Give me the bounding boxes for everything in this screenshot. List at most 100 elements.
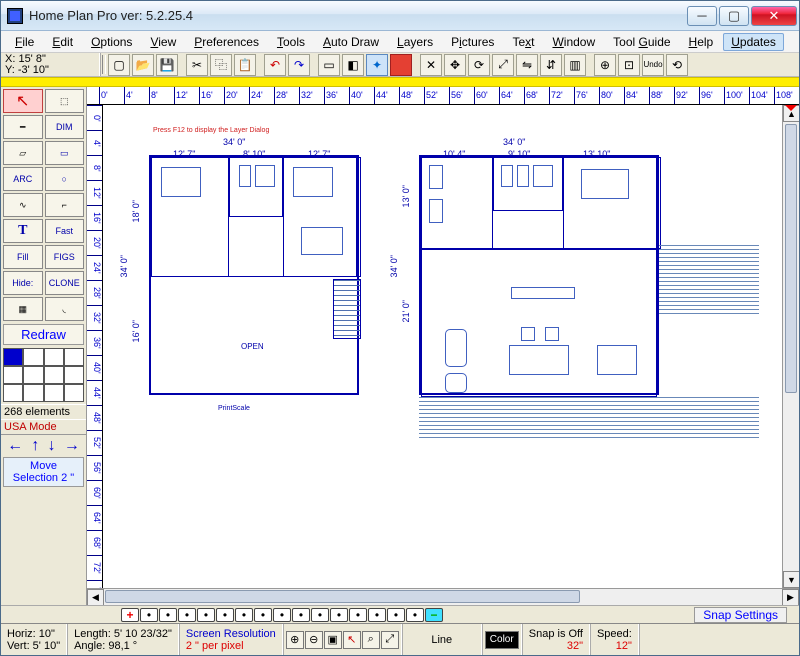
nudge-right-icon[interactable]: → <box>64 437 80 455</box>
nudge-down-icon[interactable]: ↓ <box>48 437 56 455</box>
redraw-button[interactable]: Redraw <box>3 324 84 345</box>
undo-label-icon[interactable]: Undo <box>642 54 664 76</box>
new-file-icon[interactable]: ▢ <box>108 54 130 76</box>
menu-options[interactable]: Options <box>83 33 140 51</box>
layer-dot[interactable]: • <box>292 608 310 622</box>
scrollbar-horizontal[interactable]: ◀ ▶ <box>87 588 799 605</box>
layer-dot[interactable]: • <box>330 608 348 622</box>
zoom-in-icon[interactable]: ⊕ <box>286 631 304 649</box>
scroll-down-icon[interactable]: ▼ <box>783 571 799 588</box>
scroll-right-icon[interactable]: ▶ <box>782 589 799 605</box>
cut-icon[interactable]: ✂ <box>186 54 208 76</box>
refresh-icon[interactable]: ⟲ <box>666 54 688 76</box>
dim-tool[interactable]: DIM <box>45 115 85 139</box>
minimize-button[interactable]: ─ <box>687 6 717 26</box>
nudge-left-icon[interactable]: ← <box>7 437 23 455</box>
open-file-icon[interactable]: 📂 <box>132 54 154 76</box>
curve-tool[interactable]: ∿ <box>3 193 43 217</box>
hide-tool[interactable]: Hide: <box>3 271 43 295</box>
arc-tool[interactable]: ARC <box>3 167 43 191</box>
ruler-tick: 0' <box>99 87 124 104</box>
snap-settings-button[interactable]: Snap Settings <box>694 607 787 623</box>
scale-icon[interactable]: ⤢ <box>492 54 514 76</box>
line-tool[interactable]: ━ <box>3 115 43 139</box>
save-file-icon[interactable]: 💾 <box>156 54 178 76</box>
fill-tool[interactable]: Fill <box>3 245 43 269</box>
menu-toolguide[interactable]: Tool Guide <box>605 33 678 51</box>
redo-icon[interactable]: ↷ <box>288 54 310 76</box>
arrow-tool[interactable]: ↖ <box>3 89 43 113</box>
rect-tool[interactable]: ▭ <box>45 141 85 165</box>
layer-dot[interactable]: • <box>311 608 329 622</box>
move-selection-button[interactable]: Move Selection 2 " <box>3 457 84 487</box>
layer-dot[interactable]: • <box>406 608 424 622</box>
layer-dot[interactable]: • <box>159 608 177 622</box>
figs-tool[interactable]: FIGS <box>45 245 85 269</box>
dim-1h: 34' 0" <box>119 255 129 277</box>
paste-icon[interactable]: 📋 <box>234 54 256 76</box>
layer-dot[interactable]: • <box>197 608 215 622</box>
menu-help[interactable]: Help <box>681 33 722 51</box>
layer-dot[interactable]: • <box>235 608 253 622</box>
nudge-up-icon[interactable]: ↑ <box>31 437 39 455</box>
hatch-tool[interactable]: ▦ <box>3 297 43 321</box>
drawing-canvas[interactable]: Press F12 to display the Layer Dialog 34… <box>103 105 782 588</box>
layer-dot[interactable]: • <box>140 608 158 622</box>
zoom-select-icon[interactable]: ↖ <box>343 631 361 649</box>
menu-autodraw[interactable]: Auto Draw <box>315 33 387 51</box>
mirror-v-icon[interactable]: ⇵ <box>540 54 562 76</box>
rect-outline-tool[interactable]: ▱ <box>3 141 43 165</box>
color-swatch-grid[interactable] <box>3 348 84 402</box>
menu-edit[interactable]: Edit <box>44 33 81 51</box>
circle-tool[interactable]: ○ <box>45 167 85 191</box>
zoom-in-icon[interactable]: ⊕ <box>594 54 616 76</box>
copy-icon[interactable]: ⿻ <box>210 54 232 76</box>
zoom-window-icon[interactable]: ⌕ <box>362 631 380 649</box>
color-button[interactable]: Color <box>485 631 519 649</box>
layer-dot[interactable]: • <box>387 608 405 622</box>
maximize-button[interactable]: ▢ <box>719 6 749 26</box>
layer-dot[interactable]: • <box>349 608 367 622</box>
door-tool[interactable]: ◟ <box>45 297 85 321</box>
layer-dot[interactable]: • <box>273 608 291 622</box>
menu-text[interactable]: Text <box>504 33 542 51</box>
zoom-area-icon[interactable]: ⊡ <box>618 54 640 76</box>
polyline-tool[interactable]: ⌐ <box>45 193 85 217</box>
zoom-extent-icon[interactable]: ⤢ <box>381 631 399 649</box>
clone-tool[interactable]: CLONE <box>45 271 85 295</box>
delete-icon[interactable]: ✕ <box>420 54 442 76</box>
layer-dot[interactable]: • <box>254 608 272 622</box>
scroll-left-icon[interactable]: ◀ <box>87 589 104 605</box>
mirror-h-icon[interactable]: ⇋ <box>516 54 538 76</box>
text-tool[interactable]: T <box>3 219 43 243</box>
marquee-tool[interactable]: ⬚ <box>45 89 85 113</box>
fast-text-tool[interactable]: Fast <box>45 219 85 243</box>
scrollbar-vertical[interactable]: ▲ ▼ <box>782 105 799 588</box>
menu-view[interactable]: View <box>142 33 184 51</box>
menu-pictures[interactable]: Pictures <box>443 33 502 51</box>
layer-dot[interactable]: • <box>216 608 234 622</box>
align-icon[interactable]: ▥ <box>564 54 586 76</box>
undo-icon[interactable]: ↶ <box>264 54 286 76</box>
select-rect-icon[interactable]: ▭ <box>318 54 340 76</box>
layer-dot[interactable]: • <box>178 608 196 622</box>
layer-remove-button[interactable]: − <box>425 608 443 622</box>
zoom-fit-icon[interactable]: ▣ <box>324 631 342 649</box>
snap-cursor-icon[interactable]: ✦ <box>366 54 388 76</box>
layer-add-button[interactable]: + <box>121 608 139 622</box>
menu-window[interactable]: Window <box>544 33 603 51</box>
ruler-vertical[interactable]: 0'4'8'12'16'20'24'28'32'36'40'44'48'52'5… <box>87 105 103 588</box>
layer-dot[interactable]: • <box>368 608 386 622</box>
menu-file[interactable]: File <box>7 33 42 51</box>
menu-preferences[interactable]: Preferences <box>186 33 267 51</box>
close-button[interactable]: ✕ <box>751 6 797 26</box>
menu-layers[interactable]: Layers <box>389 33 441 51</box>
menu-tools[interactable]: Tools <box>269 33 313 51</box>
zoom-out-icon[interactable]: ⊖ <box>305 631 323 649</box>
ruler-horizontal[interactable]: 0'4'8'12'16'20'24'28'32'36'40'44'48'52'5… <box>87 87 799 105</box>
rotate-icon[interactable]: ⟳ <box>468 54 490 76</box>
eraser-icon[interactable]: ◧ <box>342 54 364 76</box>
stop-icon[interactable] <box>390 54 412 76</box>
menu-updates[interactable]: Updates <box>723 33 784 51</box>
move-icon[interactable]: ✥ <box>444 54 466 76</box>
